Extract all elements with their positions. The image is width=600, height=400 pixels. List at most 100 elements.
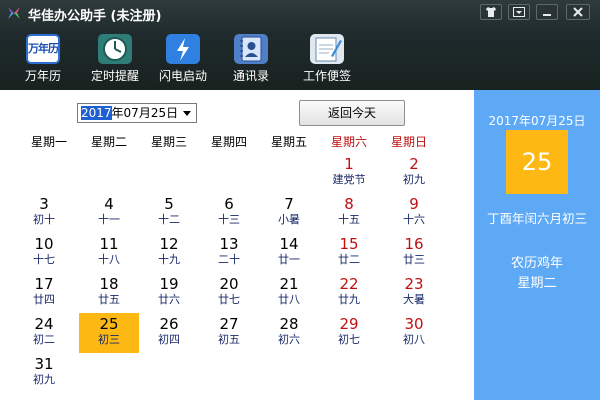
lightning-icon [166, 34, 200, 64]
calendar-day[interactable]: 8 十五 [319, 193, 379, 233]
toolbar-quick-launch[interactable]: 闪电启动 [150, 32, 216, 86]
calendar-day[interactable]: 27 初五 [199, 313, 259, 353]
calendar-day[interactable]: 11 十八 [79, 233, 139, 273]
lunar-day-label: 廿七 [218, 293, 240, 306]
calendar-day[interactable]: 5 十二 [139, 193, 199, 233]
calendar-day[interactable]: 20 廿七 [199, 273, 259, 313]
day-number: 17 [34, 275, 54, 293]
calendar-day[interactable]: 16 廿三 [384, 233, 444, 273]
day-number: 7 [284, 195, 294, 213]
skin-button[interactable] [480, 4, 502, 20]
day-number: 2 [409, 155, 419, 173]
calendar-day-selected[interactable]: 25 初三 [79, 313, 139, 353]
toolbar-contacts-label: 通讯录 [232, 69, 269, 83]
panel-weekday: 星期二 [517, 276, 557, 291]
calendar-day[interactable]: 23 大暑 [384, 273, 444, 313]
toolbar-timer[interactable]: 定时提醒 [82, 32, 148, 86]
today-info-panel: 2017年07月25日 25 丁酉年闰六月初三 农历鸡年 星期二 [474, 90, 600, 400]
date-select-year: 2017 [81, 106, 112, 120]
lunar-day-label: 十六 [403, 213, 425, 226]
lunar-day-label: 十三 [218, 213, 240, 226]
lunar-day-label: 建党节 [332, 173, 366, 186]
minimize-button[interactable] [536, 4, 558, 20]
lunar-day-label: 十二 [158, 213, 180, 226]
app-title: 华佳办公助手 (未注册) [28, 9, 162, 24]
day-number: 10 [34, 235, 54, 253]
minimize-icon [543, 14, 551, 16]
calendar-day[interactable]: 24 初二 [14, 313, 74, 353]
day-number: 28 [279, 315, 299, 333]
day-number: 6 [224, 195, 234, 213]
lunar-day-label: 十九 [158, 253, 180, 266]
toolbar-work-notes-label: 工作便签 [302, 69, 351, 83]
weekday-thu: 星期四 [210, 135, 247, 149]
lunar-day-label: 大暑 [403, 293, 425, 306]
day-number: 26 [159, 315, 179, 333]
lunar-day-label: 初二 [33, 333, 55, 346]
title-bar: 华佳办公助手 (未注册) [0, 0, 600, 26]
calendar-day[interactable]: 21 廿八 [259, 273, 319, 313]
day-number: 18 [99, 275, 119, 293]
lunar-day-label: 初七 [338, 333, 360, 346]
panel-lunar-date: 丁酉年闰六月初三 [486, 211, 587, 226]
calendar-day[interactable]: 17 廿四 [14, 273, 74, 313]
lunar-day-label: 初九 [33, 373, 55, 386]
lunar-day-label: 廿五 [98, 293, 120, 306]
lunar-day-label: 初四 [158, 333, 180, 346]
day-number: 27 [219, 315, 239, 333]
date-select[interactable]: 2017年07月25日 [77, 103, 197, 123]
close-button[interactable] [566, 4, 590, 20]
menu-button[interactable] [508, 4, 530, 20]
calendar-day[interactable]: 29 初七 [319, 313, 379, 353]
calendar-day[interactable]: 26 初四 [139, 313, 199, 353]
day-number: 13 [219, 235, 239, 253]
lunar-day-label: 初五 [218, 333, 240, 346]
lunar-day-label: 廿四 [33, 293, 55, 306]
calendar-day[interactable]: 9 十六 [384, 193, 444, 233]
calendar-day[interactable]: 6 十三 [199, 193, 259, 233]
weekday-fri: 星期五 [270, 135, 307, 149]
lunar-day-label: 初三 [98, 333, 120, 346]
day-number: 30 [404, 315, 424, 333]
day-number: 29 [339, 315, 359, 333]
calendar-day[interactable]: 14 廿一 [259, 233, 319, 273]
calendar-day[interactable]: 12 十九 [139, 233, 199, 273]
back-to-today-button[interactable]: 返回今天 [299, 100, 405, 126]
calendar-day[interactable]: 2 初九 [384, 153, 444, 193]
lunar-day-label: 初八 [403, 333, 425, 346]
lunar-day-label: 廿八 [278, 293, 300, 306]
calendar-day[interactable]: 15 廿二 [319, 233, 379, 273]
day-number: 1 [344, 155, 354, 173]
day-number: 11 [99, 235, 119, 253]
contacts-book-icon [234, 34, 268, 64]
calendar-day[interactable]: 13 二十 [199, 233, 259, 273]
weekday-sun: 星期日 [390, 135, 427, 149]
calendar-day[interactable]: 10 十七 [14, 233, 74, 273]
calendar-day[interactable]: 30 初八 [384, 313, 444, 353]
calendar-day[interactable]: 22 廿九 [319, 273, 379, 313]
toolbar-quick-launch-label: 闪电启动 [158, 69, 207, 83]
lunar-day-label: 廿六 [158, 293, 180, 306]
toolbar-work-notes[interactable]: 工作便签 [292, 32, 362, 86]
day-number: 31 [34, 355, 54, 373]
calendar-day[interactable]: 4 十一 [79, 193, 139, 233]
day-number: 9 [409, 195, 419, 213]
lunar-day-label: 初十 [33, 213, 55, 226]
toolbar-calendar[interactable]: 万年历 万年历 [10, 32, 76, 86]
calendar-day[interactable]: 19 廿六 [139, 273, 199, 313]
calendar-day[interactable]: 18 廿五 [79, 273, 139, 313]
lunar-day-label: 十七 [33, 253, 55, 266]
panel-date: 2017年07月25日 [488, 114, 586, 128]
calendar-day[interactable]: 28 初六 [259, 313, 319, 353]
panel-zodiac-year: 农历鸡年 [510, 256, 563, 271]
day-number: 23 [404, 275, 424, 293]
calendar-day[interactable]: 3 初十 [14, 193, 74, 233]
calendar-day[interactable]: 7 小暑 [259, 193, 319, 233]
day-number: 12 [159, 235, 179, 253]
tshirt-icon [486, 7, 496, 17]
calendar-day[interactable]: 1 建党节 [319, 153, 379, 193]
toolbar-contacts[interactable]: 通讯录 [218, 32, 284, 86]
day-number: 15 [339, 235, 359, 253]
calendar-day[interactable]: 31 初九 [14, 353, 74, 393]
lunar-day-label: 十八 [98, 253, 120, 266]
